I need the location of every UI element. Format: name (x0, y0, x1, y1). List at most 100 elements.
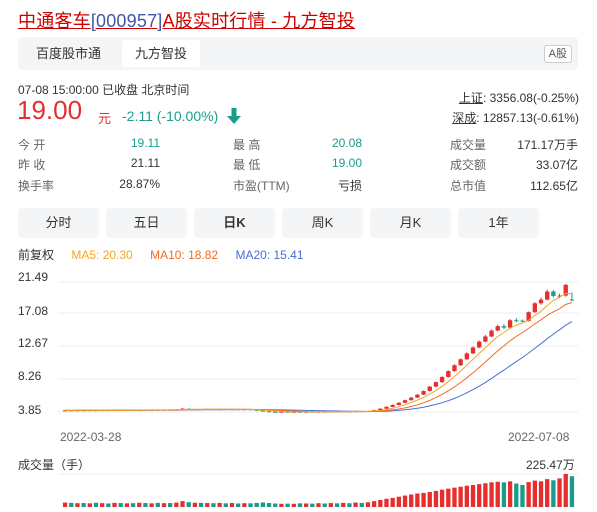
volume-bar (439, 489, 445, 507)
market-tag: A股 (543, 45, 572, 63)
volume-bar (81, 503, 86, 507)
volume-bar (514, 483, 519, 507)
volume-bar (112, 502, 117, 507)
stat-turnover-label: 换手率 (18, 179, 55, 193)
volume-bar (334, 503, 340, 507)
current-price: 19.00 (17, 95, 83, 125)
index-shanghai[interactable]: 上证: 3356.08(-0.25%) (459, 89, 579, 106)
candle-up[interactable] (470, 347, 476, 354)
volume-bar (149, 503, 154, 507)
candle-up[interactable] (409, 397, 414, 401)
candle-up[interactable] (446, 371, 451, 377)
candle-up[interactable] (532, 303, 537, 313)
title-suffix[interactable]: A股实时行情 - 九方智投 (162, 11, 355, 31)
adjust-mode[interactable]: 前复权 (18, 248, 54, 262)
volume-bar (359, 502, 364, 507)
candle-down[interactable] (520, 320, 525, 322)
index-shenzhen[interactable]: 深成: 12857.13(-0.61%) (452, 109, 579, 126)
stat-amount-value: 33.07亿 (535, 158, 578, 172)
volume-bar (409, 494, 414, 507)
period-tab-5day[interactable]: 五日 (106, 208, 187, 238)
candle-up[interactable] (489, 330, 494, 337)
candle-up[interactable] (495, 326, 500, 331)
period-tab-intraday[interactable]: 分时 (18, 208, 99, 238)
volume-bar (180, 501, 185, 507)
candle-up[interactable] (458, 359, 463, 366)
volume-bar (137, 502, 142, 507)
volume-bar (285, 503, 290, 507)
period-tab-monthly-k[interactable]: 月K (370, 208, 451, 238)
candle-up[interactable] (538, 299, 544, 304)
candle-up[interactable] (396, 402, 402, 405)
candle-up[interactable] (507, 320, 513, 328)
volume-bar (353, 502, 358, 507)
tab-jiufang[interactable]: 九方智投 (122, 40, 200, 67)
volume-bar (273, 503, 278, 507)
kline-chart[interactable] (0, 262, 597, 512)
period-tab-1year[interactable]: 1年 (458, 208, 539, 238)
volume-bar (297, 503, 303, 507)
volume-bar (167, 503, 173, 507)
candle-down[interactable] (514, 320, 519, 322)
volume-bar (470, 485, 476, 507)
volume-bar (75, 503, 80, 507)
candle-down[interactable] (551, 291, 556, 296)
ma-lines-layer (65, 292, 573, 413)
index-name[interactable]: 深成 (452, 111, 476, 125)
period-tab-weekly-k[interactable]: 周K (282, 208, 363, 238)
volume-bar (322, 503, 327, 507)
candle-down[interactable] (273, 411, 278, 413)
stat-prevclose-value: 21.11 (130, 156, 160, 170)
ma10-label: MA10: 18.82 (150, 248, 219, 262)
stat-pe-label: 市盈(TTM) (233, 179, 290, 193)
candle-up[interactable] (402, 400, 408, 403)
volume-layer (62, 474, 575, 507)
candles-layer (62, 284, 575, 413)
candle-up[interactable] (439, 376, 445, 383)
stock-code[interactable]: [000957] (91, 11, 163, 31)
source-tabbar: 百度股市通 九方智投 A股 (18, 37, 578, 70)
candle-up[interactable] (477, 341, 482, 348)
candle-up[interactable] (415, 394, 420, 398)
volume-bar (266, 503, 272, 507)
candle-down[interactable] (501, 326, 507, 328)
candle-up[interactable] (421, 390, 426, 395)
candle-up[interactable] (390, 404, 395, 407)
volume-bar (402, 495, 408, 507)
stat-volume-value: 171.17万手 (517, 138, 578, 152)
tab-baidu-stock[interactable]: 百度股市通 (24, 40, 113, 67)
volume-bar (87, 503, 92, 507)
candle-down[interactable] (569, 299, 575, 301)
volume-bar (452, 487, 457, 507)
period-tab-daily-k[interactable]: 日K (194, 208, 275, 238)
volume-bar (211, 503, 216, 507)
volume-bar (106, 503, 111, 507)
volume-bar (235, 503, 241, 507)
volume-bar (532, 480, 537, 507)
candle-up[interactable] (384, 406, 389, 409)
volume-title: 成交量（手） (18, 458, 91, 472)
volume-bar (174, 502, 179, 507)
volume-bar (390, 497, 395, 507)
ma20-label: MA20: 15.41 (235, 248, 304, 262)
stat-mktcap-label: 总市值 (450, 179, 487, 193)
candle-up[interactable] (545, 291, 550, 300)
candle-up[interactable] (433, 382, 439, 387)
candle-down[interactable] (266, 411, 272, 413)
index-name[interactable]: 上证 (459, 91, 483, 105)
candle-up[interactable] (464, 353, 470, 360)
volume-bar (341, 502, 346, 507)
volume-max-label: 225.47万 (526, 458, 575, 472)
volume-bar (384, 498, 389, 507)
volume-bar (421, 492, 426, 507)
candle-up[interactable] (483, 336, 488, 342)
candle-up[interactable] (427, 386, 432, 391)
page-title[interactable]: 中通客车[000957]A股实时行情 - 九方智投 (18, 7, 355, 33)
volume-bar (310, 503, 315, 507)
volume-bar (130, 503, 136, 507)
x-label-start: 2022-03-28 (60, 430, 122, 444)
stock-name[interactable]: 中通客车 (18, 11, 91, 31)
candle-up[interactable] (452, 365, 457, 372)
volume-bar (291, 503, 296, 507)
ma20-line (65, 321, 573, 412)
